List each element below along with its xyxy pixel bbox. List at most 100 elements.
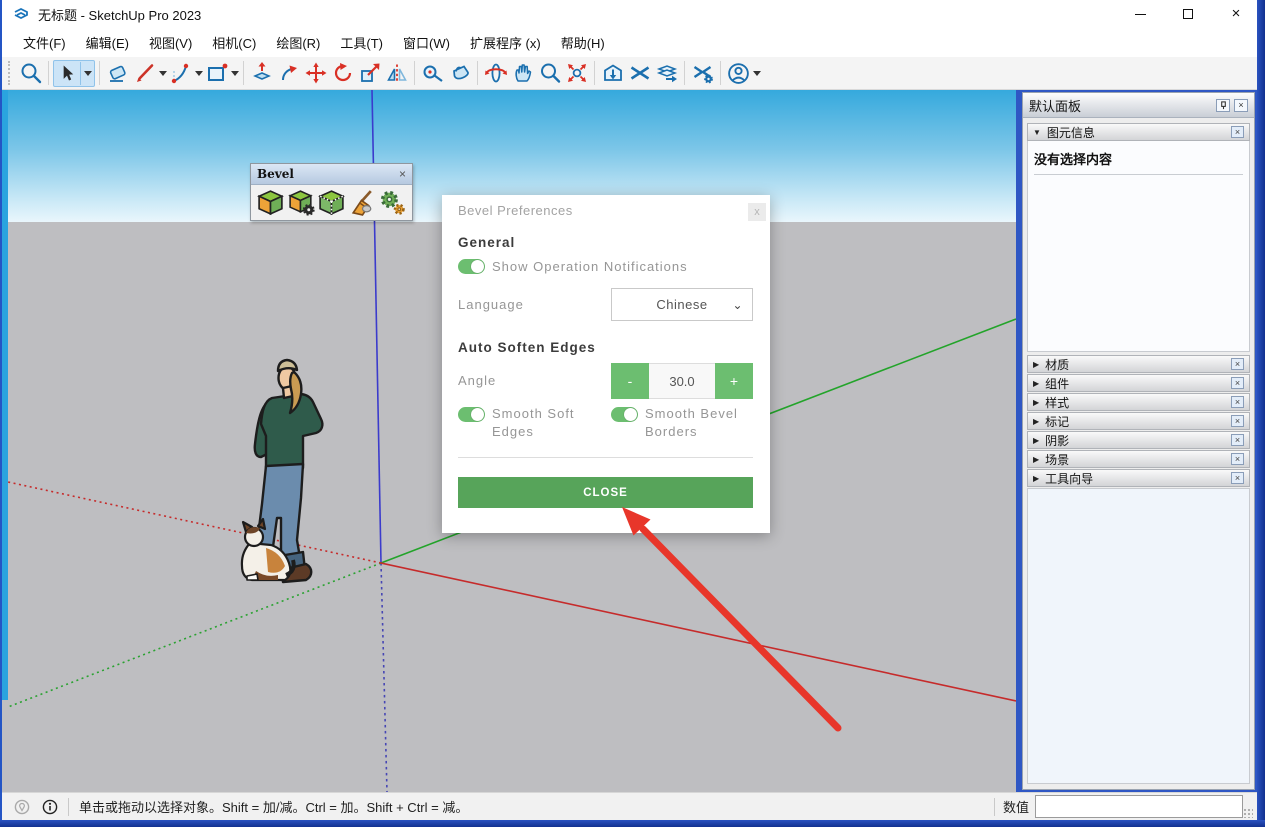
tray-section-tags[interactable]: ▶ 标记 × bbox=[1027, 412, 1250, 430]
language-value: Chinese bbox=[656, 297, 707, 312]
menu-draw[interactable]: 绘图(R) bbox=[267, 29, 329, 56]
line-dropdown-caret[interactable] bbox=[159, 71, 167, 76]
bevel-settings-tool-icon[interactable] bbox=[287, 188, 316, 217]
unbevel-tool-icon[interactable] bbox=[317, 188, 346, 217]
extension-manager-icon[interactable] bbox=[689, 60, 716, 87]
expand-arrow-icon[interactable]: ▶ bbox=[1033, 417, 1039, 426]
resize-grip[interactable] bbox=[1243, 808, 1253, 818]
smooth-bevel-borders-toggle[interactable] bbox=[611, 407, 638, 422]
menu-window[interactable]: 窗口(W) bbox=[394, 29, 459, 56]
section-label: 材质 bbox=[1045, 356, 1231, 373]
3d-warehouse-icon[interactable] bbox=[599, 60, 626, 87]
expand-arrow-icon[interactable]: ▶ bbox=[1033, 474, 1039, 483]
pan-icon[interactable] bbox=[509, 60, 536, 87]
section-close-icon[interactable]: × bbox=[1231, 415, 1244, 427]
rectangle-dropdown-caret[interactable] bbox=[231, 71, 239, 76]
account-dropdown-caret[interactable] bbox=[753, 71, 761, 76]
bevel-preferences-dialog: Bevel Preferences x General Show Operati… bbox=[442, 195, 770, 533]
close-dialog-button[interactable]: CLOSE bbox=[458, 477, 753, 508]
tray-section-materials[interactable]: ▶ 材质 × bbox=[1027, 355, 1250, 373]
select-tool-button[interactable] bbox=[53, 60, 95, 87]
menu-camera[interactable]: 相机(C) bbox=[203, 29, 265, 56]
expand-arrow-icon[interactable]: ▶ bbox=[1033, 455, 1039, 464]
angle-value[interactable]: 30.0 bbox=[649, 363, 715, 399]
section-label: 阴影 bbox=[1045, 432, 1231, 449]
paint-bucket-icon[interactable] bbox=[446, 60, 473, 87]
rectangle-icon[interactable] bbox=[203, 60, 230, 87]
tape-measure-icon[interactable] bbox=[419, 60, 446, 87]
tray-titlebar[interactable]: 默认面板 × bbox=[1023, 93, 1254, 118]
account-icon[interactable] bbox=[725, 60, 752, 87]
arc-icon[interactable] bbox=[167, 60, 194, 87]
chevron-down-icon: ⌄ bbox=[732, 298, 743, 312]
menu-file[interactable]: 文件(F) bbox=[14, 29, 75, 56]
section-close-icon[interactable]: × bbox=[1231, 358, 1244, 370]
collapse-arrow-icon[interactable]: ▼ bbox=[1033, 128, 1041, 137]
sketchup-logo-icon bbox=[12, 5, 30, 23]
instructor-info-icon[interactable] bbox=[42, 799, 58, 815]
toolbar-grip[interactable] bbox=[8, 61, 13, 85]
section-close-icon[interactable]: × bbox=[1231, 472, 1244, 484]
geolocation-icon[interactable] bbox=[14, 799, 30, 815]
zoom-icon[interactable] bbox=[536, 60, 563, 87]
dialog-close-button[interactable]: x bbox=[748, 203, 766, 221]
pencil-line-icon[interactable] bbox=[131, 60, 158, 87]
entity-info-close-icon[interactable]: × bbox=[1231, 126, 1244, 138]
extension-warehouse-icon[interactable] bbox=[626, 60, 653, 87]
share-model-icon[interactable] bbox=[653, 60, 680, 87]
smooth-bevel-borders-label: Smooth Bevel Borders bbox=[645, 405, 745, 441]
minimize-button[interactable] bbox=[1133, 7, 1147, 21]
angle-increase-button[interactable]: + bbox=[715, 363, 753, 399]
tray-section-scenes[interactable]: ▶ 场景 × bbox=[1027, 450, 1250, 468]
section-close-icon[interactable]: × bbox=[1231, 434, 1244, 446]
bevel-toolbar-titlebar[interactable]: Bevel × bbox=[251, 164, 412, 185]
select-arrow-icon bbox=[56, 60, 78, 87]
scale-icon[interactable] bbox=[356, 60, 383, 87]
menu-tools[interactable]: 工具(T) bbox=[331, 29, 392, 56]
bevel-toolbar-title: Bevel bbox=[257, 167, 399, 181]
section-close-icon[interactable]: × bbox=[1231, 396, 1244, 408]
close-window-button[interactable]: × bbox=[1229, 7, 1243, 21]
menu-extensions[interactable]: 扩展程序 (x) bbox=[461, 29, 550, 56]
eraser-icon[interactable] bbox=[104, 60, 131, 87]
preferences-gears-icon[interactable] bbox=[378, 188, 407, 217]
push-pull-icon[interactable] bbox=[248, 60, 275, 87]
expand-arrow-icon[interactable]: ▶ bbox=[1033, 379, 1039, 388]
menu-help[interactable]: 帮助(H) bbox=[552, 29, 614, 56]
tray-close-icon[interactable]: × bbox=[1234, 99, 1248, 112]
expand-arrow-icon[interactable]: ▶ bbox=[1033, 398, 1039, 407]
measurements-input[interactable] bbox=[1035, 795, 1243, 818]
flip-icon[interactable] bbox=[383, 60, 410, 87]
bevel-toolbar[interactable]: Bevel × bbox=[250, 163, 413, 221]
cleanup-broom-icon[interactable] bbox=[348, 188, 377, 217]
tray-section-components[interactable]: ▶ 组件 × bbox=[1027, 374, 1250, 392]
zoom-extents-icon[interactable] bbox=[563, 60, 590, 87]
language-select[interactable]: Chinese ⌄ bbox=[611, 288, 753, 321]
entity-info-body: 没有选择内容 bbox=[1027, 141, 1250, 352]
notifications-toggle[interactable] bbox=[458, 259, 485, 274]
select-dropdown-caret[interactable] bbox=[84, 71, 92, 76]
smooth-soft-edges-toggle[interactable] bbox=[458, 407, 485, 422]
arc-dropdown-caret[interactable] bbox=[195, 71, 203, 76]
menu-view[interactable]: 视图(V) bbox=[140, 29, 201, 56]
section-close-icon[interactable]: × bbox=[1231, 453, 1244, 465]
entity-info-header[interactable]: ▼ 图元信息 × bbox=[1027, 123, 1250, 141]
orbit-icon[interactable] bbox=[482, 60, 509, 87]
tray-section-shadows[interactable]: ▶ 阴影 × bbox=[1027, 431, 1250, 449]
bevel-toolbar-close-icon[interactable]: × bbox=[399, 167, 406, 181]
menu-edit[interactable]: 编辑(E) bbox=[77, 29, 138, 56]
tray-section-instructor[interactable]: ▶ 工具向导 × bbox=[1027, 469, 1250, 487]
tray-section-styles[interactable]: ▶ 样式 × bbox=[1027, 393, 1250, 411]
maximize-button[interactable] bbox=[1181, 7, 1195, 21]
follow-me-icon[interactable] bbox=[275, 60, 302, 87]
tray-pin-icon[interactable] bbox=[1216, 99, 1230, 112]
section-close-icon[interactable]: × bbox=[1231, 377, 1244, 389]
main-toolbar bbox=[2, 57, 1257, 90]
expand-arrow-icon[interactable]: ▶ bbox=[1033, 360, 1039, 369]
expand-arrow-icon[interactable]: ▶ bbox=[1033, 436, 1039, 445]
move-icon[interactable] bbox=[302, 60, 329, 87]
bevel-tool-icon[interactable] bbox=[256, 188, 285, 217]
search-icon[interactable] bbox=[17, 60, 44, 87]
angle-decrease-button[interactable]: - bbox=[611, 363, 649, 399]
rotate-icon[interactable] bbox=[329, 60, 356, 87]
